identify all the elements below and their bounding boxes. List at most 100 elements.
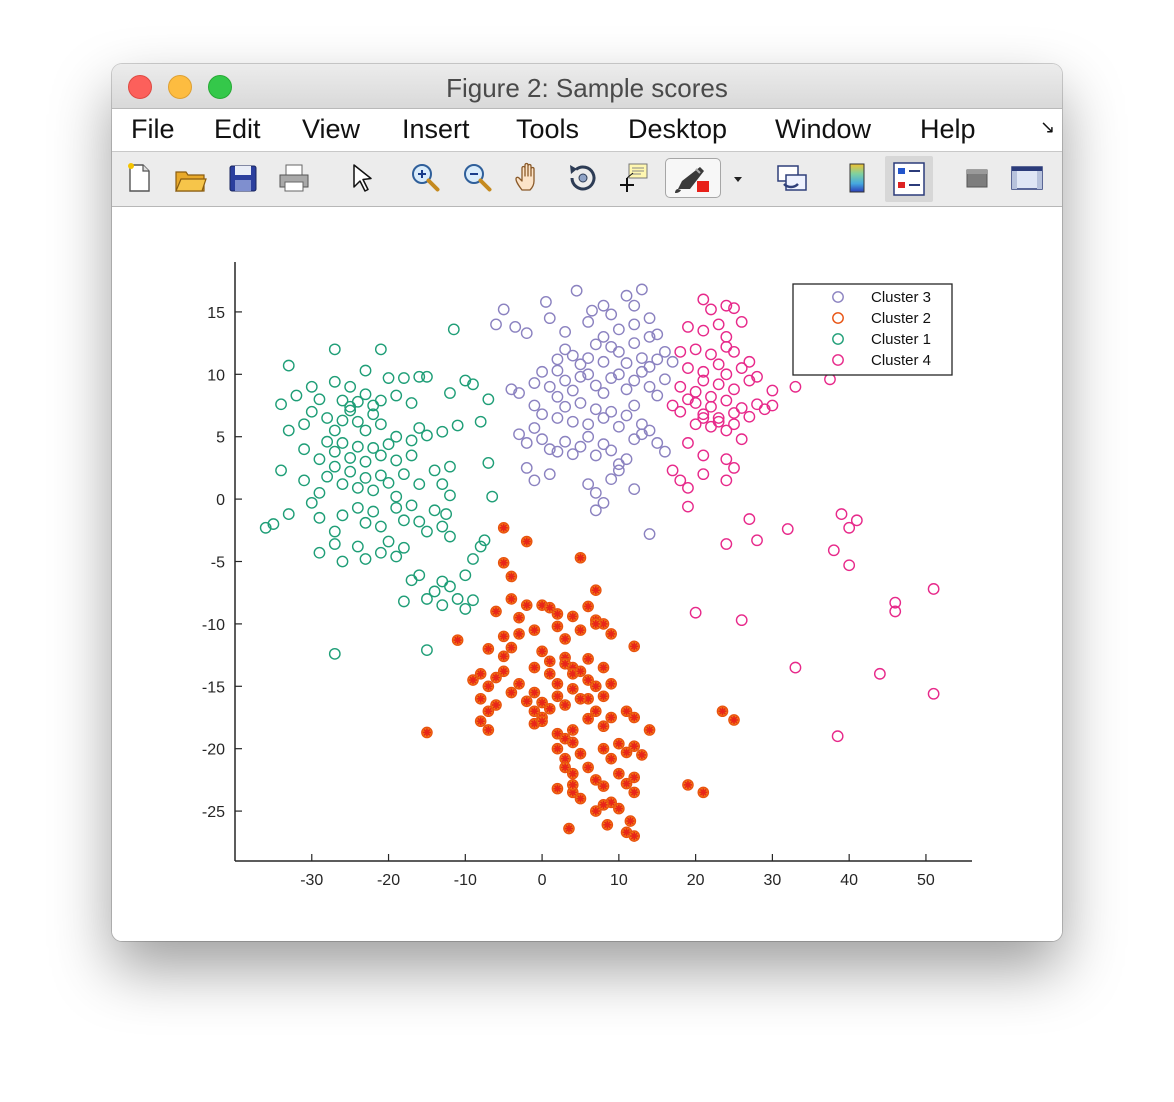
data-point [589, 486, 602, 499]
data-point [405, 574, 418, 587]
data-point [344, 380, 357, 393]
data-point [735, 433, 748, 446]
data-point [444, 387, 456, 399]
data-point [559, 633, 571, 645]
data-point [927, 583, 940, 595]
data-point [520, 535, 533, 548]
brush-data-icon[interactable] [665, 158, 721, 198]
scatter-plot[interactable]: -30 -20 -10 0 10 20 30 40 50 -25 -20 -15 -10 -5 0 5 10 15… [112, 207, 1062, 941]
data-point [451, 593, 464, 605]
data-point [474, 715, 487, 728]
data-point [490, 605, 502, 618]
menu-insert[interactable]: Insert [402, 114, 470, 145]
insert-colorbar-icon[interactable] [839, 160, 875, 196]
new-figure-icon[interactable] [121, 160, 157, 196]
zoom-out-icon[interactable] [460, 160, 496, 196]
menu-view[interactable]: View [302, 114, 360, 145]
data-point [613, 802, 625, 815]
data-point [405, 449, 418, 462]
menu-file[interactable]: File [131, 114, 175, 145]
rotate-3d-icon[interactable] [564, 160, 600, 196]
data-point [328, 525, 341, 538]
data-point [390, 490, 403, 503]
print-figure-icon[interactable] [276, 160, 312, 196]
data-point [382, 372, 395, 384]
data-cursor-icon[interactable] [616, 160, 652, 196]
menu-bar: File Edit View Insert Tools Desktop Wind… [112, 109, 1062, 152]
edit-plot-arrow-icon[interactable] [344, 160, 380, 196]
data-point [551, 690, 564, 703]
data-point [789, 380, 802, 393]
data-point [682, 320, 694, 333]
data-point [766, 384, 779, 397]
x-tick-label: 30 [763, 872, 781, 889]
data-point [344, 452, 357, 464]
data-point [597, 690, 610, 703]
series-cluster-3 [490, 283, 679, 540]
x-tick-label: 20 [687, 872, 705, 889]
data-point [682, 500, 694, 513]
data-point [313, 486, 326, 499]
zoom-in-icon[interactable] [408, 160, 444, 196]
x-tick-label: 50 [917, 872, 935, 889]
data-point [582, 352, 595, 364]
data-point [520, 599, 533, 611]
data-point [597, 720, 610, 733]
hide-plot-tools-icon[interactable] [959, 160, 995, 196]
data-point [574, 397, 587, 409]
menu-tools[interactable]: Tools [516, 114, 579, 145]
data-point [436, 478, 449, 491]
data-point [513, 628, 525, 640]
data-point [459, 569, 472, 582]
insert-legend-icon[interactable] [885, 156, 933, 202]
data-point [290, 389, 303, 402]
link-plot-icon[interactable] [774, 160, 810, 196]
data-point [566, 682, 579, 695]
data-point [589, 449, 602, 462]
open-file-icon[interactable] [172, 160, 208, 196]
data-point [351, 415, 364, 428]
menu-expand-icon[interactable]: ↘ [1040, 117, 1055, 138]
data-point [559, 400, 572, 413]
data-point [720, 474, 733, 487]
data-point [351, 440, 364, 453]
y-tick-label: -25 [202, 804, 225, 821]
data-point [543, 312, 556, 325]
data-point [528, 474, 541, 487]
data-point [636, 749, 648, 761]
data-point [451, 419, 464, 432]
data-point [605, 308, 618, 321]
data-point [536, 715, 548, 728]
data-point [559, 658, 571, 670]
menu-window[interactable]: Window [775, 114, 871, 145]
data-point [605, 711, 617, 724]
menu-edit[interactable]: Edit [214, 114, 261, 145]
menu-desktop[interactable]: Desktop [628, 114, 727, 145]
data-point [751, 398, 763, 411]
data-point [275, 398, 287, 411]
data-point [509, 320, 522, 333]
data-point [873, 667, 886, 680]
data-point [674, 405, 687, 418]
show-plot-tools-icon[interactable] [1009, 160, 1045, 196]
plot-area[interactable]: -30 -20 -10 0 10 20 30 40 50 -25 -20 -15 -10 -5 0 5 10 15… [112, 207, 1062, 941]
data-point [490, 671, 502, 684]
menu-help[interactable]: Help [920, 114, 976, 145]
data-point [444, 489, 456, 502]
data-point [574, 747, 587, 760]
data-point [551, 782, 564, 795]
data-point [697, 786, 710, 799]
data-point [282, 359, 295, 372]
data-point [735, 402, 748, 414]
save-figure-icon[interactable] [225, 160, 261, 196]
data-point [528, 686, 541, 699]
pan-hand-icon[interactable] [512, 160, 548, 196]
data-point [728, 407, 740, 419]
data-point [382, 535, 395, 548]
data-point [566, 724, 579, 736]
title-bar[interactable]: Figure 2: Sample scores [112, 64, 1062, 109]
data-point [612, 323, 625, 336]
brush-dropdown-icon[interactable] [728, 160, 748, 196]
data-point [520, 695, 533, 708]
data-point [613, 767, 625, 780]
